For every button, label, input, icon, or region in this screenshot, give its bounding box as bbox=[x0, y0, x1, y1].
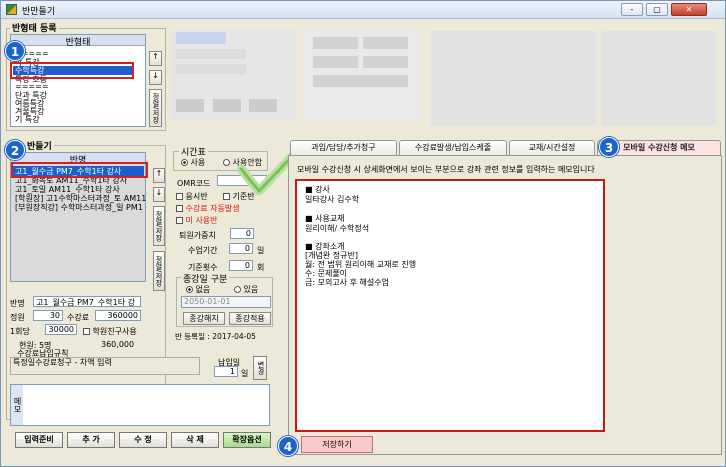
friend-checkbox[interactable]: 학원친구사용 bbox=[83, 326, 137, 337]
end-date-picker[interactable]: 2050-01-01 bbox=[181, 296, 271, 308]
move-up-button[interactable]: ↑ bbox=[153, 168, 165, 183]
count-unit: 회 bbox=[257, 263, 265, 272]
exam-class-checkbox[interactable]: 응시반 bbox=[176, 191, 208, 202]
sort-save-button-2[interactable]: 정렬/저장 bbox=[153, 251, 165, 291]
auto-fee-checkbox[interactable]: 수강료 자동발생 bbox=[176, 203, 240, 214]
blurred-field bbox=[176, 32, 226, 44]
blurred-button bbox=[249, 99, 277, 112]
fee-label: 수강료 bbox=[67, 313, 90, 322]
prepare-input-button[interactable]: 입력준비 bbox=[15, 432, 63, 448]
radio-label: 사용 bbox=[190, 158, 206, 167]
period-unit: 일 bbox=[257, 246, 265, 255]
move-down-button[interactable]: ↓ bbox=[153, 187, 165, 202]
highlight-box-2 bbox=[11, 162, 148, 178]
checkbox-label: 응시반 bbox=[185, 192, 208, 201]
extended-options-button[interactable]: 확장옵션 bbox=[223, 432, 271, 448]
window-title: 반만들기 bbox=[22, 7, 56, 17]
blurred-button bbox=[176, 99, 204, 112]
memo-label: 메모 bbox=[11, 385, 23, 425]
refund-weight-label: 퇴원가중치 bbox=[179, 231, 216, 240]
timetable-use-radio[interactable]: 사용 bbox=[181, 157, 205, 168]
end-exist-radio[interactable]: 있음 bbox=[234, 284, 258, 295]
blurred-field bbox=[176, 64, 246, 74]
end-cancel-button[interactable]: 종강해지 bbox=[183, 312, 225, 325]
end-none-radio[interactable]: 없음 bbox=[186, 284, 210, 295]
tab-fee-schedule[interactable]: 수강료발생/납입스케줄 bbox=[399, 140, 507, 155]
highlight-box-1 bbox=[10, 62, 134, 79]
blurred-field bbox=[176, 49, 246, 59]
blurred-button bbox=[363, 37, 408, 49]
close-button[interactable]: ✕ bbox=[671, 3, 707, 16]
friend-checkbox-label: 학원친구사용 bbox=[92, 327, 137, 336]
list-item[interactable]: 기 특강 bbox=[15, 114, 40, 125]
pay-day-unit: 일 bbox=[241, 369, 249, 378]
registration-date: 반 등록일 : 2017-04-05 bbox=[175, 332, 256, 341]
tab-textbook-time[interactable]: 교재/시간설정 bbox=[509, 140, 595, 155]
blurred-button bbox=[313, 56, 358, 68]
blurred-button bbox=[313, 75, 408, 87]
refund-weight-field[interactable]: 0 bbox=[230, 228, 254, 239]
blurred-button bbox=[213, 99, 241, 112]
radio-label: 있음 bbox=[243, 285, 259, 294]
per-session-field[interactable]: 30000 bbox=[45, 324, 77, 335]
capacity-field[interactable]: 30 bbox=[33, 310, 63, 321]
blurred-list bbox=[601, 31, 716, 126]
class-type-group-label: 반형태 등록 bbox=[10, 21, 59, 34]
app-window: 반만들기 - ▢ ✕ 반형태 등록 반형태 ===== 학 특강 수학특강 특강… bbox=[0, 0, 726, 467]
add-button[interactable]: 추 가 bbox=[67, 432, 115, 448]
end-apply-button[interactable]: 종강적용 bbox=[229, 312, 271, 325]
period-label: 수업기간 bbox=[188, 246, 218, 255]
class-list-group-label: 반들기 bbox=[25, 139, 54, 152]
capacity-label: 정원 bbox=[10, 313, 25, 322]
period-field[interactable]: 0 bbox=[229, 243, 253, 254]
badge-2: 2 bbox=[5, 140, 25, 160]
class-type-list[interactable]: 반형태 ===== 학 특강 수학특강 특강 초등 ===== 단과 특강 여름… bbox=[10, 34, 146, 127]
checkbox-label: 수강료 자동발생 bbox=[185, 204, 240, 213]
memo-line: 금: 모의고사 후 해설수업 bbox=[305, 278, 389, 287]
class-name-label: 반명 bbox=[10, 299, 25, 308]
radio-label: 없음 bbox=[195, 285, 211, 294]
badge-3: 3 bbox=[599, 137, 619, 157]
current-fee: 360,000 bbox=[101, 340, 135, 349]
maximize-button[interactable]: ▢ bbox=[646, 3, 668, 16]
checkbox-label: 미 사용반 bbox=[185, 216, 218, 225]
minimize-button[interactable]: - bbox=[621, 3, 643, 16]
title-bar: 반만들기 - ▢ ✕ bbox=[1, 1, 725, 19]
change-button[interactable]: 변경 bbox=[253, 356, 267, 380]
per-session-label: 1회당 bbox=[10, 327, 30, 336]
memo-line: 원리이해/ 수학정석 bbox=[305, 224, 370, 233]
count-field[interactable]: 0 bbox=[229, 260, 253, 271]
memo-line: 일타강사 김수학 bbox=[305, 195, 360, 204]
omr-label: OMR코드 bbox=[177, 179, 211, 188]
sort-save-button[interactable]: 정렬/저장 bbox=[153, 206, 165, 246]
fee-rule-field[interactable]: 특정일수강료청구 - 차액 입력 bbox=[10, 357, 200, 375]
move-up-button[interactable]: ↑ bbox=[149, 51, 162, 66]
badge-1: 1 bbox=[5, 41, 25, 61]
memo-instruction: 모바일 수강신청 시 상세화면에서 보이는 부분으로 강좌 관련 정보를 입력하… bbox=[297, 165, 595, 174]
unused-class-checkbox[interactable]: 미 사용반 bbox=[176, 215, 218, 226]
fee-field[interactable]: 360000 bbox=[95, 310, 141, 321]
pay-day-field[interactable]: 1 bbox=[214, 366, 238, 377]
sort-save-button[interactable]: 정렬/저장 bbox=[149, 89, 162, 127]
edit-button[interactable]: 수 정 bbox=[119, 432, 167, 448]
delete-button[interactable]: 삭 제 bbox=[171, 432, 219, 448]
memo-field[interactable]: 메모 bbox=[10, 384, 270, 426]
badge-4: 4 bbox=[278, 436, 298, 456]
class-type-list-header: 반형태 bbox=[11, 35, 145, 48]
move-down-button[interactable]: ↓ bbox=[149, 70, 162, 85]
app-icon bbox=[6, 4, 17, 15]
class-name-field[interactable]: 고1_월수금 PM7_수학1타 강 bbox=[33, 296, 141, 307]
blurred-button bbox=[313, 37, 358, 49]
tab-enroll[interactable]: 과입/담당/추가청구 bbox=[290, 140, 397, 155]
save-button[interactable]: 저장하기 bbox=[301, 436, 373, 453]
blurred-list bbox=[431, 31, 596, 126]
list-item[interactable]: [부원장직강] 수학마스터과정_일 PM1 bbox=[15, 202, 143, 213]
blurred-button bbox=[363, 56, 408, 68]
